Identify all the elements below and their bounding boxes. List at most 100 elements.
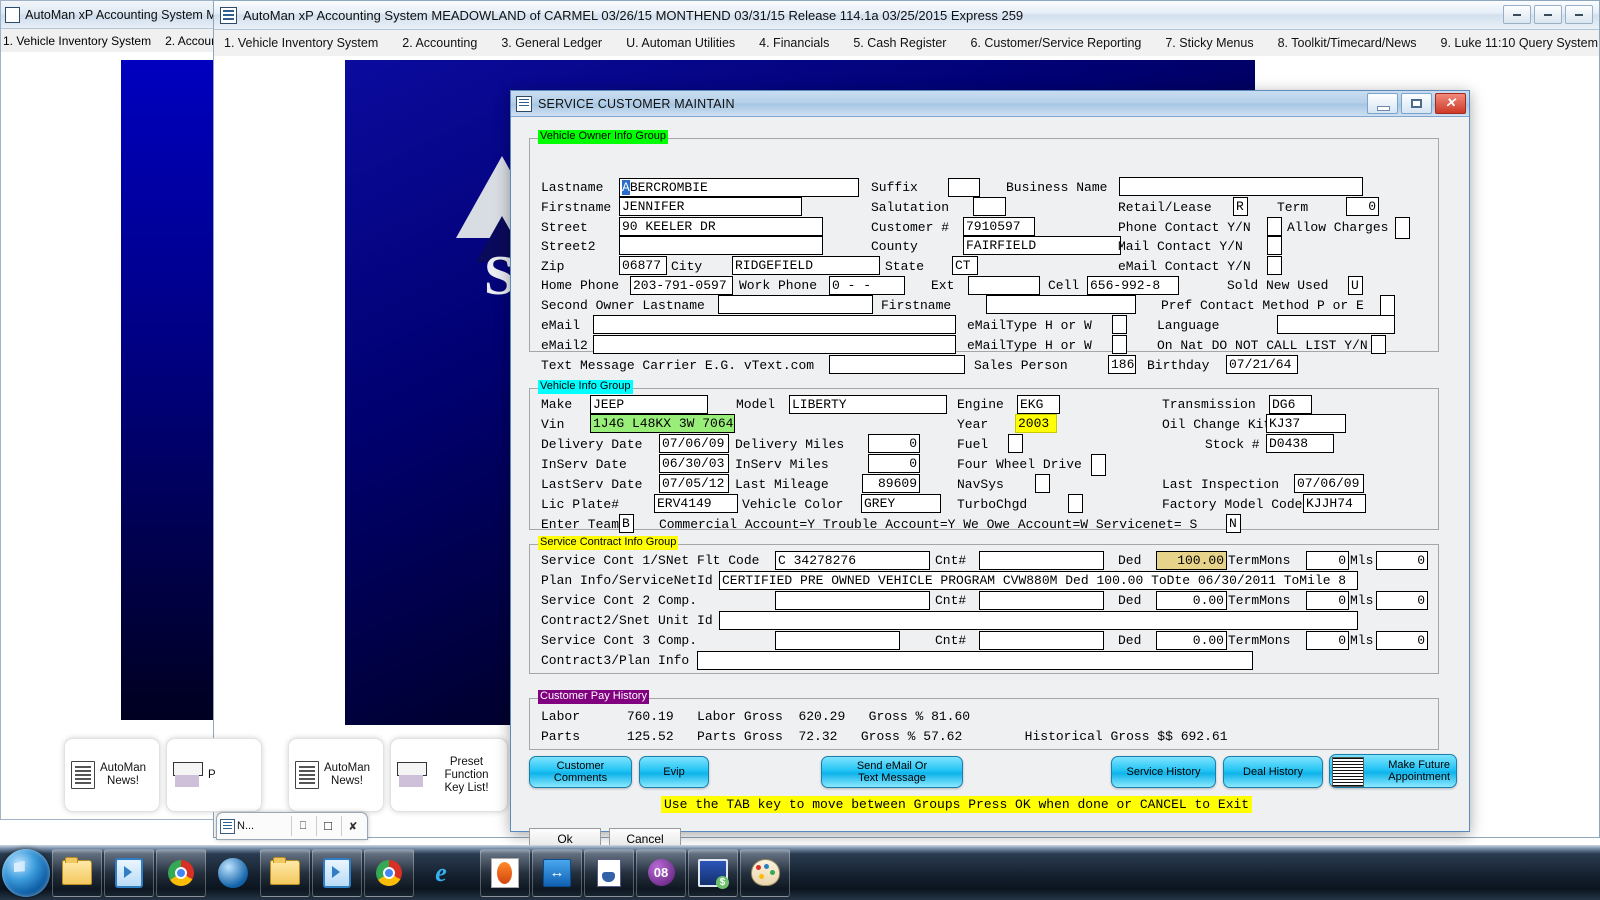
pref-contact-method-input[interactable] bbox=[1380, 295, 1395, 317]
close-icon[interactable]: ✘ bbox=[341, 816, 364, 836]
four-wheel-drive-input[interactable] bbox=[1091, 454, 1106, 476]
transmission-input[interactable]: DG6 bbox=[1269, 395, 1312, 414]
inserv-miles-input[interactable]: 0 bbox=[868, 454, 920, 473]
taskbar-item-folder-2[interactable] bbox=[260, 849, 310, 897]
taskbar-item-automan[interactable] bbox=[480, 849, 530, 897]
birthday-input[interactable]: 07/21/64 bbox=[1226, 355, 1298, 374]
service-cont-1-ded-input[interactable]: 100.00 bbox=[1156, 551, 1227, 570]
enter-team-input[interactable]: B bbox=[619, 514, 634, 533]
taskbar-item-folder-1[interactable] bbox=[52, 849, 102, 897]
second-owner-lastname-input[interactable] bbox=[718, 295, 873, 314]
salutation-input[interactable] bbox=[973, 197, 1006, 216]
work-phone-input[interactable]: 0 - - bbox=[829, 276, 905, 295]
retail-lease-input[interactable]: R bbox=[1233, 197, 1248, 216]
lic-plate-input[interactable]: ERV4149 bbox=[654, 494, 738, 513]
dialog-maximize-button[interactable] bbox=[1401, 93, 1432, 114]
last-inspection-input[interactable]: 07/06/09 bbox=[1294, 474, 1364, 493]
service-cont-2-mls-input[interactable]: 0 bbox=[1376, 591, 1428, 610]
contract2-snet-unit-id-input[interactable] bbox=[719, 611, 1358, 630]
county-input[interactable]: FAIRFIELD bbox=[963, 236, 1121, 255]
contract3-plan-info-input[interactable] bbox=[697, 651, 1253, 670]
delivery-miles-input[interactable]: 0 bbox=[868, 434, 920, 453]
vehicle-color-input[interactable]: GREY bbox=[861, 494, 941, 513]
mail-contact-input[interactable] bbox=[1267, 236, 1282, 255]
windows-taskbar[interactable]: e 08 bbox=[0, 845, 1600, 900]
taskbar-item-paint[interactable] bbox=[740, 849, 790, 897]
bg-left-menu-item-0[interactable]: 1. Vehicle Inventory System bbox=[3, 34, 151, 48]
model-input[interactable]: LIBERTY bbox=[789, 395, 947, 414]
taskbar-item-windows[interactable] bbox=[208, 849, 258, 897]
taskbar-item-08[interactable]: 08 bbox=[636, 849, 686, 897]
email-input[interactable] bbox=[593, 315, 956, 334]
plan-info-input[interactable]: CERTIFIED PRE OWNED VEHICLE PROGRAM CVW8… bbox=[719, 571, 1358, 590]
second-owner-firstname-input[interactable] bbox=[986, 295, 1136, 314]
phone-contact-input[interactable] bbox=[1267, 217, 1282, 236]
restore-icon[interactable]: ⎕ bbox=[291, 816, 314, 836]
taskbar-item-internet-explorer[interactable]: e bbox=[416, 849, 466, 897]
text-message-carrier-input[interactable] bbox=[829, 355, 965, 374]
service-customer-maintain-dialog[interactable]: SERVICE CUSTOMER MAINTAIN ✕ Vehicle Owne… bbox=[510, 90, 1470, 832]
emailtype1-input[interactable] bbox=[1112, 315, 1127, 334]
desktop-tile-preset-function-key-list-2[interactable]: Preset Function Key List! bbox=[390, 738, 508, 812]
firstname-input[interactable]: JENNIFER bbox=[619, 197, 802, 216]
service-cont-2-ded-input[interactable]: 0.00 bbox=[1156, 591, 1227, 610]
dialog-close-button[interactable]: ✕ bbox=[1435, 93, 1466, 114]
automan-menubar[interactable]: 1. Vehicle Inventory System 2. Accountin… bbox=[214, 30, 1599, 57]
deal-history-button[interactable]: Deal History bbox=[1223, 756, 1323, 788]
street2-input[interactable] bbox=[619, 236, 823, 255]
desktop-tile-automan-news-2[interactable]: AutoMan News! bbox=[288, 738, 384, 812]
background-window-left[interactable]: AutoMan xP Accounting System MEA 1. Vehi… bbox=[0, 0, 222, 820]
suffix-input[interactable] bbox=[948, 178, 980, 197]
inserv-date-input[interactable]: 06/30/03 bbox=[659, 454, 729, 473]
turbochgd-input[interactable] bbox=[1068, 494, 1083, 513]
taskbar-item-teamviewer[interactable] bbox=[532, 849, 582, 897]
minimize-button[interactable] bbox=[1503, 5, 1531, 24]
customer-comments-button[interactable]: Customer Comments bbox=[529, 756, 632, 788]
taskbar-item-media-player-1[interactable] bbox=[104, 849, 154, 897]
restore-button[interactable] bbox=[1534, 5, 1562, 24]
make-input[interactable]: JEEP bbox=[590, 395, 708, 414]
lastserv-date-input[interactable]: 07/05/12 bbox=[659, 474, 729, 493]
sales-person-input[interactable]: 186 bbox=[1108, 355, 1136, 374]
ext-input[interactable] bbox=[968, 276, 1040, 295]
email-contact-input[interactable] bbox=[1267, 256, 1282, 275]
evip-button[interactable]: Evip bbox=[639, 756, 709, 788]
cell-input[interactable]: 656-992-8 bbox=[1087, 276, 1179, 295]
service-cont-1-termmons-input[interactable]: 0 bbox=[1306, 551, 1349, 570]
desktop-tile-preset-function-key-list-1[interactable]: P bbox=[166, 738, 262, 812]
taskbar-item-media-player-2[interactable] bbox=[312, 849, 362, 897]
navsys-input[interactable] bbox=[1035, 474, 1050, 493]
menu-item-automan-utilities[interactable]: U. Automan Utilities bbox=[626, 36, 735, 50]
minimized-window[interactable]: N... ⎕ ☐ ✘ bbox=[216, 812, 368, 840]
factory-model-code-input[interactable]: KJJH74 bbox=[1303, 494, 1366, 513]
close-button[interactable] bbox=[1565, 5, 1593, 24]
taskbar-item-remote-desktop[interactable] bbox=[688, 849, 738, 897]
service-cont-3-mls-input[interactable]: 0 bbox=[1376, 631, 1428, 650]
service-cont-1-cnt-input[interactable] bbox=[979, 551, 1104, 570]
start-orb-icon[interactable] bbox=[2, 849, 50, 897]
make-future-appointment-button[interactable]: Make Future Appointment bbox=[1329, 754, 1457, 788]
menu-item-financials[interactable]: 4. Financials bbox=[759, 36, 829, 50]
service-cont-3-termmons-input[interactable]: 0 bbox=[1306, 631, 1349, 650]
service-cont-2-cnt-input[interactable] bbox=[979, 591, 1104, 610]
bg-left-menubar[interactable]: 1. Vehicle Inventory System 2. Accountin… bbox=[1, 29, 221, 53]
lastname-input[interactable]: ABERCROMBIE bbox=[619, 178, 859, 197]
term-input[interactable]: 0 bbox=[1346, 197, 1379, 216]
servicenet-input[interactable]: N bbox=[1226, 514, 1241, 533]
menu-item-luke-query-system[interactable]: 9. Luke 11:10 Query System bbox=[1441, 36, 1599, 50]
vin-input[interactable]: 1J4G L48KX 3W 706424 bbox=[590, 414, 735, 433]
menu-item-cash-register[interactable]: 5. Cash Register bbox=[853, 36, 946, 50]
state-input[interactable]: CT bbox=[952, 256, 978, 275]
menu-item-accounting[interactable]: 2. Accounting bbox=[402, 36, 477, 50]
service-cont-2-code-input[interactable] bbox=[775, 591, 930, 610]
street-input[interactable]: 90 KEELER DR bbox=[619, 217, 823, 236]
engine-input[interactable]: EKG bbox=[1017, 395, 1060, 414]
service-cont-1-code-input[interactable]: C 34278276 bbox=[775, 551, 930, 570]
taskbar-item-document[interactable] bbox=[584, 849, 634, 897]
fuel-input[interactable] bbox=[1008, 434, 1023, 453]
menu-item-customer-service-reporting[interactable]: 6. Customer/Service Reporting bbox=[970, 36, 1141, 50]
stock-number-input[interactable]: D0438 bbox=[1266, 434, 1334, 453]
service-cont-2-termmons-input[interactable]: 0 bbox=[1306, 591, 1349, 610]
service-cont-3-ded-input[interactable]: 0.00 bbox=[1156, 631, 1227, 650]
menu-item-toolkit-timecard-news[interactable]: 8. Toolkit/Timecard/News bbox=[1278, 36, 1417, 50]
